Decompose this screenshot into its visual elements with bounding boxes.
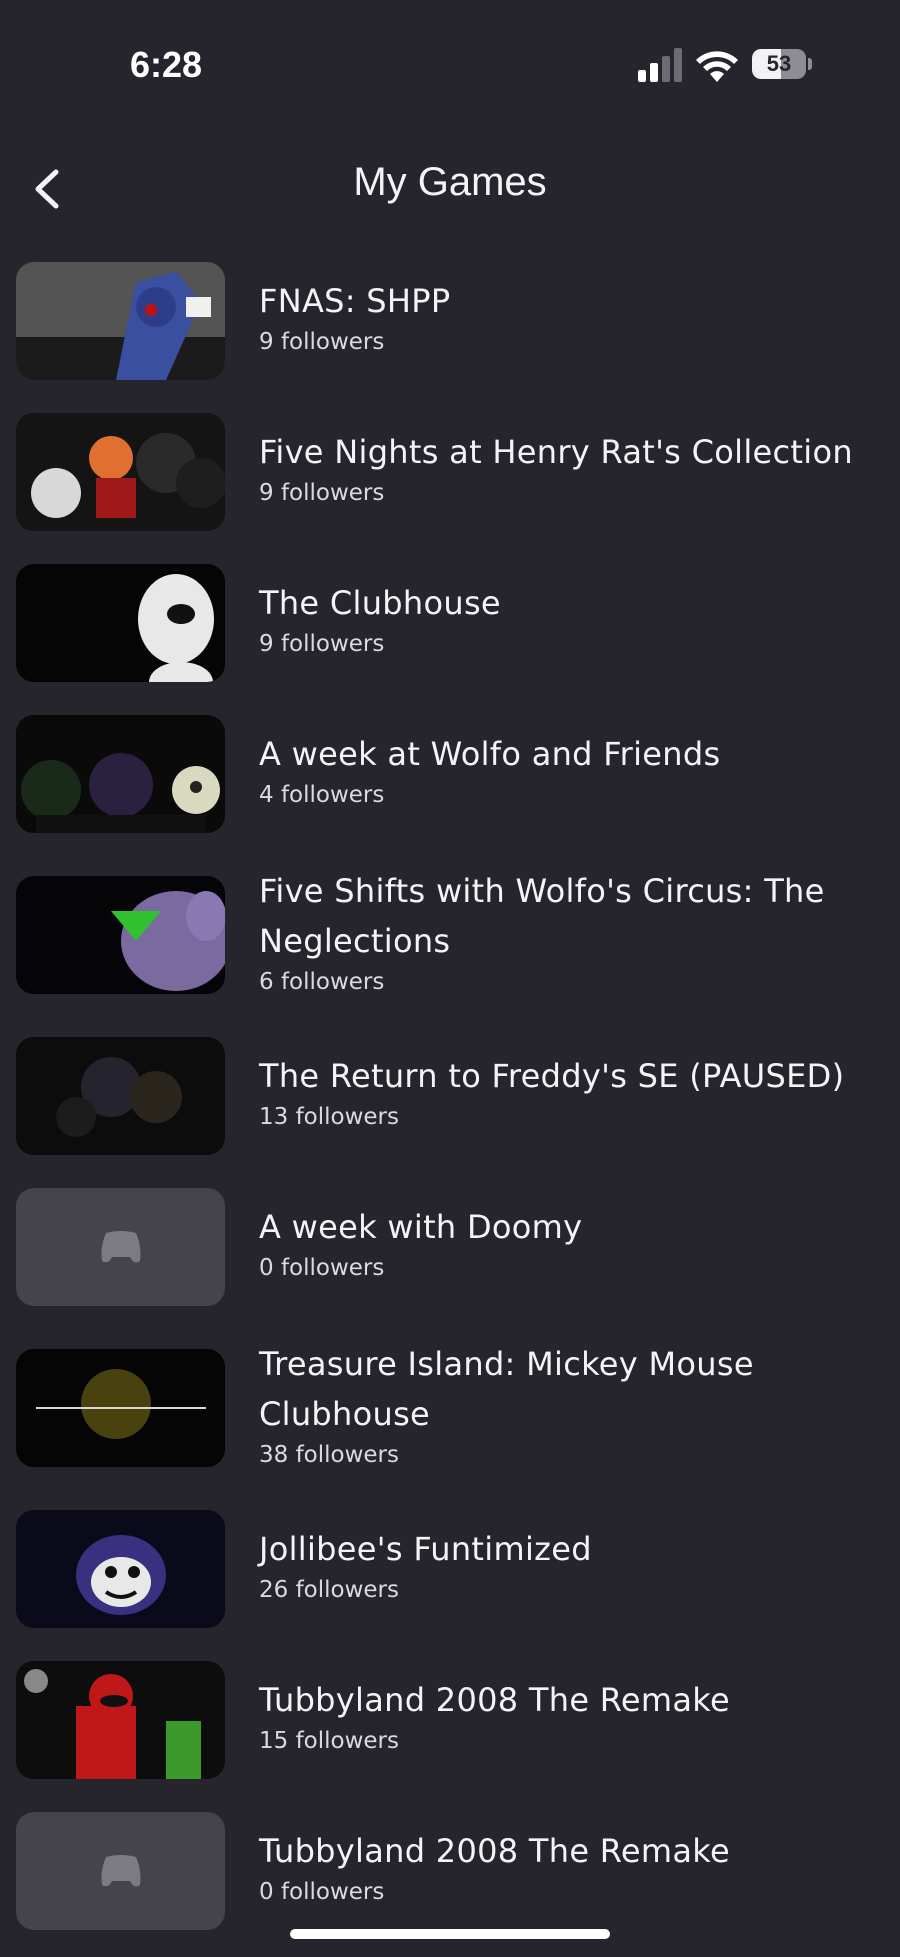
game-followers: 4 followers [259, 782, 385, 808]
game-thumbnail [16, 564, 225, 682]
game-title: Five Nights at Henry Rat's Collection [259, 433, 853, 471]
game-followers: 38 followers [259, 1442, 399, 1468]
game-thumbnail-placeholder [16, 1188, 225, 1306]
gamepad-icon [101, 1855, 141, 1887]
game-title: Five Shifts with Wolfo's Circus: The Neg… [259, 872, 825, 960]
game-title: Tubbyland 2008 The Remake [259, 1681, 730, 1719]
game-title: FNAS: SHPP [259, 282, 451, 320]
game-thumbnail [16, 413, 225, 531]
game-followers: 15 followers [259, 1728, 399, 1754]
page-title: My Games [353, 160, 547, 204]
game-title: The Return to Freddy's SE (PAUSED) [259, 1057, 845, 1095]
game-title: Tubbyland 2008 The Remake [259, 1832, 730, 1870]
nav-bar: My Games [0, 150, 900, 230]
game-thumbnail [16, 1349, 225, 1467]
game-followers: 9 followers [259, 631, 385, 657]
game-followers: 9 followers [259, 480, 385, 506]
game-thumbnail [16, 1510, 225, 1628]
status-bar: 6:28 53 [0, 0, 900, 130]
game-followers: 0 followers [259, 1879, 385, 1905]
game-thumbnail-placeholder [16, 1812, 225, 1930]
game-thumbnail [16, 876, 225, 994]
cellular-signal-icon [638, 48, 682, 82]
home-indicator[interactable] [290, 1929, 610, 1939]
wifi-icon [696, 51, 738, 82]
game-thumbnail [16, 262, 225, 380]
game-followers: 6 followers [259, 969, 385, 995]
game-title: Jollibee's Funtimized [259, 1530, 592, 1568]
game-title: A week with Doomy [259, 1208, 583, 1246]
battery-level: 53 [766, 51, 792, 76]
game-followers: 13 followers [259, 1104, 399, 1130]
game-followers: 26 followers [259, 1577, 399, 1603]
game-followers: 9 followers [259, 329, 385, 355]
game-thumbnail [16, 1661, 225, 1779]
game-followers: 0 followers [259, 1255, 385, 1281]
battery-icon: 53 [752, 49, 814, 81]
status-time: 6:28 [130, 44, 203, 85]
game-title: Treasure Island: Mickey Mouse Clubhouse [259, 1345, 754, 1433]
game-thumbnail [16, 1037, 225, 1155]
game-title: The Clubhouse [259, 584, 501, 622]
game-thumbnail [16, 715, 225, 833]
game-title: A week at Wolfo and Friends [259, 735, 721, 773]
gamepad-icon [101, 1231, 141, 1263]
